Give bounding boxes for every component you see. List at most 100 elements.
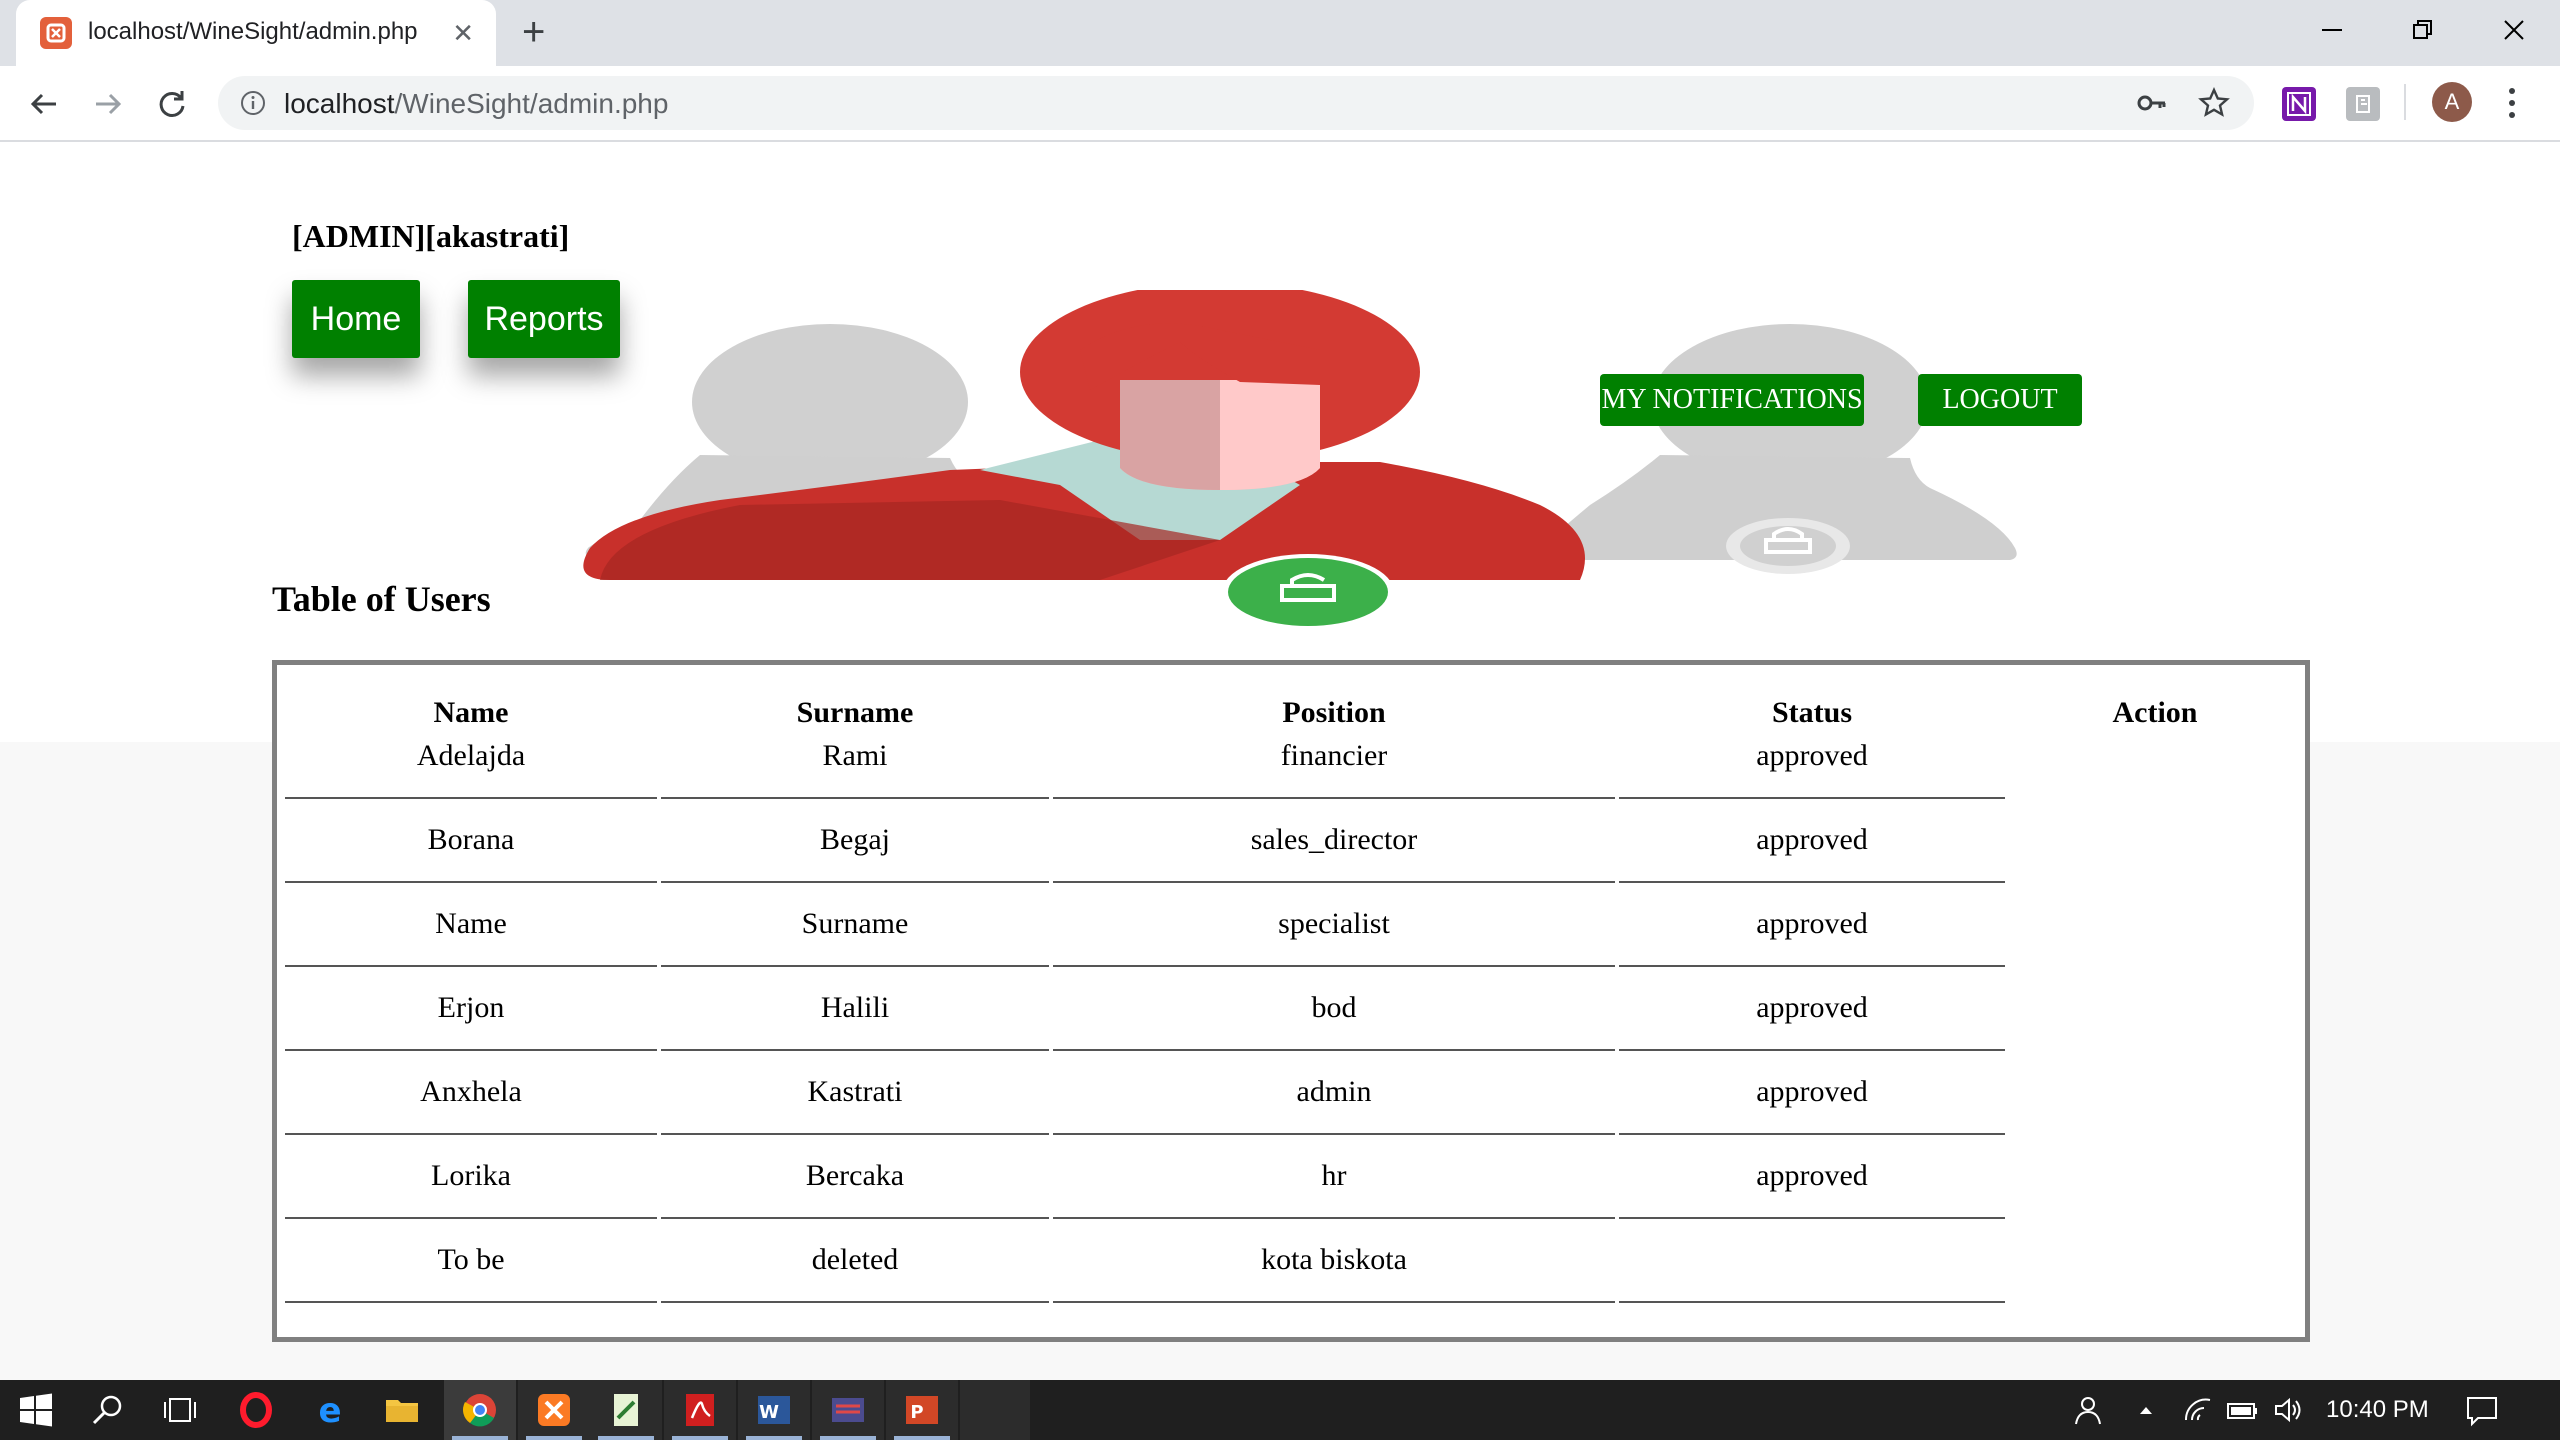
back-arrow-icon[interactable] bbox=[24, 84, 64, 124]
cell-position: bod bbox=[1053, 967, 1615, 1051]
chevron-up-icon[interactable] bbox=[2126, 1390, 2166, 1430]
tab-close-icon[interactable]: ✕ bbox=[452, 20, 474, 46]
column-header-surname: Surname bbox=[796, 696, 914, 729]
cell-action bbox=[2009, 799, 2301, 883]
forward-arrow-icon[interactable] bbox=[88, 84, 128, 124]
cell-surname: Halili bbox=[661, 967, 1049, 1051]
cell-action bbox=[2009, 967, 2301, 1051]
url-text: localhost/WineSight/admin.php bbox=[284, 88, 668, 120]
restore-icon[interactable] bbox=[2402, 10, 2442, 50]
cell-status: approved bbox=[1619, 967, 2005, 1051]
active-indicator bbox=[746, 1436, 802, 1440]
cell-name: To be bbox=[285, 1219, 657, 1303]
battery-icon[interactable] bbox=[2222, 1390, 2262, 1430]
column-header-action: Action bbox=[2112, 696, 2198, 729]
home-button[interactable]: Home bbox=[292, 280, 420, 358]
app-window-icon[interactable] bbox=[828, 1390, 868, 1430]
active-indicator bbox=[526, 1436, 582, 1440]
right-user-silhouette bbox=[1537, 324, 2017, 574]
browser-tab-strip: localhost/WineSight/admin.php ✕ + bbox=[0, 0, 2560, 66]
cell-surname: Rami bbox=[661, 739, 1049, 799]
cell-surname: Surname bbox=[661, 883, 1049, 967]
cell-position: specialist bbox=[1053, 883, 1615, 967]
address-bar[interactable]: localhost/WineSight/admin.php bbox=[218, 76, 2254, 130]
profile-avatar[interactable]: A bbox=[2432, 82, 2472, 122]
cell-action bbox=[2009, 1051, 2301, 1135]
users-table-title: Table of Users bbox=[272, 579, 491, 619]
cell-status: approved bbox=[1619, 1135, 2005, 1219]
notepad-icon[interactable] bbox=[606, 1390, 646, 1430]
cell-status: approved bbox=[1619, 739, 2005, 799]
users-table: Name Surname Position Status Action Adel… bbox=[281, 687, 2305, 1303]
table-row: Borana Begaj sales_director approved bbox=[285, 799, 2301, 883]
table-row: Lorika Bercaka hr approved bbox=[285, 1135, 2301, 1219]
minimize-icon[interactable] bbox=[2312, 10, 2352, 50]
new-tab-icon[interactable]: + bbox=[522, 12, 545, 52]
action-center-icon[interactable] bbox=[2462, 1390, 2502, 1430]
cell-position: financier bbox=[1053, 739, 1615, 799]
table-row: Adelajda Rami financier approved bbox=[285, 739, 2301, 799]
svg-text:W: W bbox=[759, 1402, 779, 1423]
table-row: Name Surname specialist approved bbox=[285, 883, 2301, 967]
active-indicator bbox=[452, 1436, 508, 1440]
cell-position: hr bbox=[1053, 1135, 1615, 1219]
menu-dots-icon[interactable] bbox=[2506, 86, 2518, 120]
cell-surname: Bercaka bbox=[661, 1135, 1049, 1219]
browser-tab[interactable]: localhost/WineSight/admin.php ✕ bbox=[16, 0, 496, 66]
users-table-container: Name Surname Position Status Action Adel… bbox=[272, 660, 2310, 1342]
task-view-icon[interactable] bbox=[160, 1390, 200, 1430]
column-header-status: Status bbox=[1771, 696, 1853, 729]
edge-icon[interactable]: e bbox=[310, 1390, 350, 1430]
logout-button[interactable]: LOGOUT bbox=[1918, 374, 2082, 426]
cell-action bbox=[2009, 883, 2301, 967]
active-indicator bbox=[894, 1436, 950, 1440]
info-icon[interactable] bbox=[240, 90, 266, 116]
taskbar-extra[interactable] bbox=[960, 1380, 1030, 1440]
active-indicator bbox=[598, 1436, 654, 1440]
windows-start-icon[interactable] bbox=[16, 1390, 56, 1430]
windows-taskbar: e W P 10:40 PM bbox=[0, 1380, 2560, 1440]
cell-action bbox=[2009, 739, 2301, 799]
acrobat-icon[interactable] bbox=[680, 1390, 720, 1430]
extension-icon[interactable] bbox=[2346, 87, 2380, 121]
cell-status: approved bbox=[1619, 883, 2005, 967]
word-icon[interactable]: W bbox=[754, 1390, 794, 1430]
url-path: /WineSight/admin.php bbox=[394, 88, 669, 119]
wifi-icon[interactable] bbox=[2178, 1390, 2218, 1430]
active-indicator bbox=[672, 1436, 728, 1440]
table-row: To be deleted kota biskota bbox=[285, 1219, 2301, 1303]
opera-icon[interactable] bbox=[236, 1390, 276, 1430]
file-explorer-icon[interactable] bbox=[382, 1390, 422, 1430]
cell-name: Lorika bbox=[285, 1135, 657, 1219]
cell-status: approved bbox=[1619, 799, 2005, 883]
cell-status bbox=[1619, 1219, 2005, 1303]
cell-name: Erjon bbox=[285, 967, 657, 1051]
column-header-name: Name bbox=[433, 696, 509, 729]
reload-icon[interactable] bbox=[152, 84, 192, 124]
powerpoint-icon[interactable]: P bbox=[902, 1390, 942, 1430]
tab-title: localhost/WineSight/admin.php bbox=[88, 18, 418, 45]
close-window-icon[interactable] bbox=[2494, 10, 2534, 50]
cell-name: Borana bbox=[285, 799, 657, 883]
cell-name: Adelajda bbox=[285, 739, 657, 799]
volume-icon[interactable] bbox=[2268, 1390, 2308, 1430]
toolbar-divider bbox=[2404, 84, 2406, 120]
cell-name: Name bbox=[285, 883, 657, 967]
cell-name: Anxhela bbox=[285, 1051, 657, 1135]
active-indicator bbox=[820, 1436, 876, 1440]
search-icon[interactable] bbox=[88, 1390, 128, 1430]
onenote-extension-icon[interactable] bbox=[2282, 87, 2316, 121]
svg-text:P: P bbox=[910, 1402, 923, 1423]
cell-surname: Kastrati bbox=[661, 1051, 1049, 1135]
people-icon[interactable] bbox=[2068, 1390, 2108, 1430]
my-notifications-button[interactable]: MY NOTIFICATIONS bbox=[1600, 374, 1864, 426]
column-header-position: Position bbox=[1282, 696, 1386, 729]
cell-surname: deleted bbox=[661, 1219, 1049, 1303]
xampp-icon[interactable] bbox=[534, 1390, 574, 1430]
chrome-icon[interactable] bbox=[460, 1390, 500, 1430]
cell-surname: Begaj bbox=[661, 799, 1049, 883]
key-icon[interactable] bbox=[2136, 89, 2168, 117]
cell-position: sales_director bbox=[1053, 799, 1615, 883]
taskbar-clock[interactable]: 10:40 PM bbox=[2326, 1396, 2429, 1424]
bookmark-star-icon[interactable] bbox=[2198, 87, 2230, 119]
